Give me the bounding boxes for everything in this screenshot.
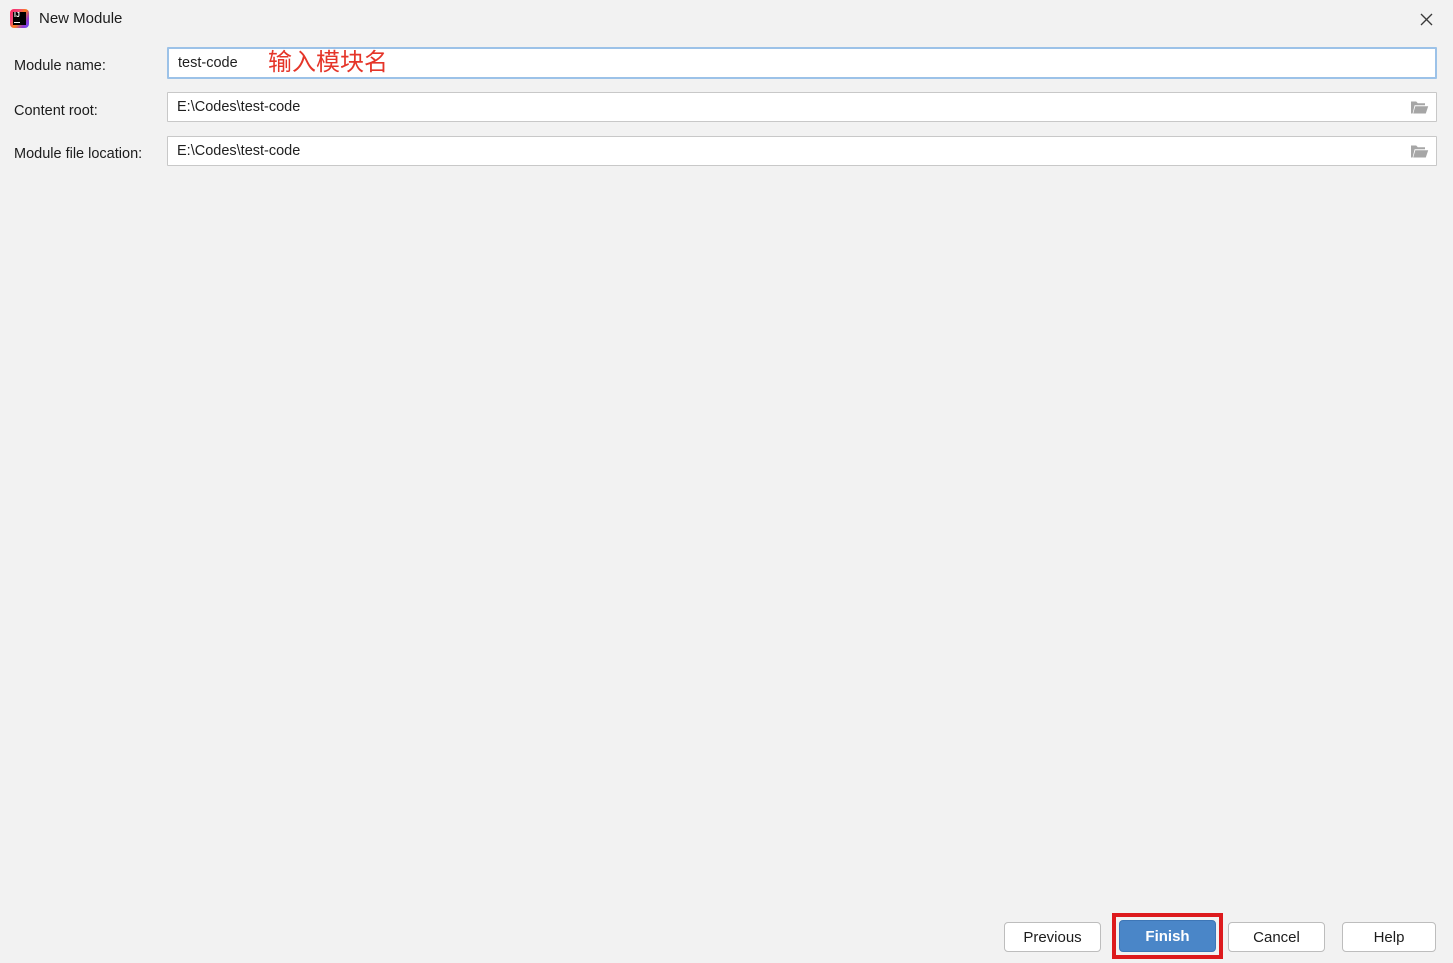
previous-button[interactable]: Previous — [1004, 922, 1101, 952]
intellij-logo-icon: IJ — [10, 8, 29, 28]
module-file-location-browse-button[interactable] — [1406, 139, 1432, 163]
module-name-label: Module name: — [14, 58, 106, 74]
window-title: New Module — [39, 9, 123, 27]
intellij-logo-letters: IJ — [14, 11, 20, 19]
intellij-logo-inner: IJ — [13, 11, 26, 25]
content-root-label: Content root: — [14, 103, 98, 119]
folder-icon — [1410, 145, 1428, 157]
close-button[interactable] — [1412, 8, 1440, 30]
content-root-browse-button[interactable] — [1406, 95, 1432, 119]
intellij-logo-bar — [14, 21, 20, 23]
help-button[interactable]: Help — [1342, 922, 1436, 952]
module-name-input[interactable] — [167, 47, 1437, 79]
cancel-button[interactable]: Cancel — [1228, 922, 1325, 952]
module-file-location-input[interactable] — [167, 136, 1437, 166]
module-file-location-label: Module file location: — [14, 146, 143, 162]
content-root-input[interactable] — [167, 92, 1437, 122]
folder-icon — [1410, 101, 1428, 113]
finish-button[interactable]: Finish — [1119, 920, 1216, 952]
finish-highlight-box: Finish — [1112, 913, 1223, 959]
window-titlebar: IJ New Module — [0, 0, 1453, 36]
close-icon — [1420, 13, 1432, 25]
